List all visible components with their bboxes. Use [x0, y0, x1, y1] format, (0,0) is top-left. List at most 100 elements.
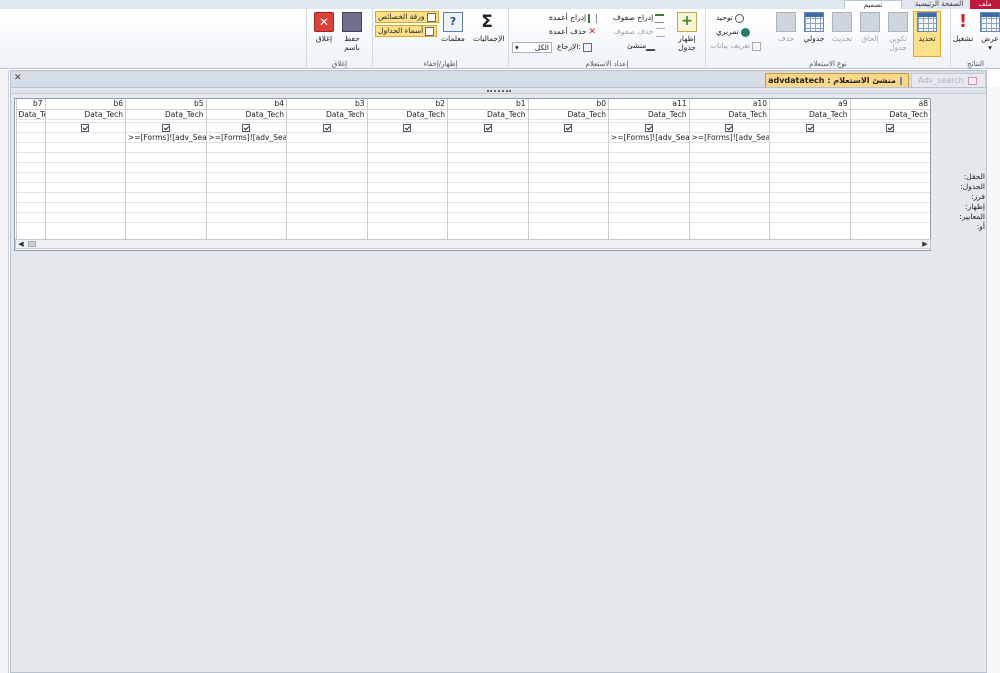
property-sheet-button[interactable]: ورقة الخصائص: [375, 11, 439, 23]
show-cell[interactable]: [126, 123, 206, 133]
table-cell[interactable]: Data_Tech: [287, 110, 367, 120]
or-cell[interactable]: [770, 203, 850, 213]
insert-columns-button[interactable]: إدراج أعمدة: [549, 12, 598, 24]
or-cell[interactable]: [287, 203, 367, 213]
or-cell[interactable]: [528, 183, 608, 193]
criteria-cell[interactable]: [16, 133, 45, 143]
field-cell[interactable]: b4: [206, 99, 286, 110]
or-cell[interactable]: [206, 213, 286, 223]
show-cell[interactable]: [206, 123, 286, 133]
data-definition-button[interactable]: تعريف بيانات: [710, 40, 762, 52]
or-cell[interactable]: [126, 153, 206, 163]
grid-column[interactable]: a10Data_Tech >=[Forms]![adv_Search: [688, 99, 769, 241]
or-cell[interactable]: [367, 153, 447, 163]
tab-query-design[interactable]: advdatatech : منشئ الاستعلام: [765, 73, 909, 87]
or-cell[interactable]: [850, 153, 930, 163]
criteria-cell[interactable]: >=[Forms]![adv_Search: [689, 133, 769, 143]
or-cell[interactable]: [448, 143, 528, 153]
or-cell[interactable]: [528, 153, 608, 163]
or-cell[interactable]: [528, 203, 608, 213]
criteria-cell[interactable]: [770, 133, 850, 143]
or-cell[interactable]: [206, 203, 286, 213]
show-cell[interactable]: [850, 123, 930, 133]
delete-query-button[interactable]: حذف: [772, 12, 800, 43]
or-cell[interactable]: [689, 163, 769, 173]
or-cell[interactable]: [689, 143, 769, 153]
or-cell[interactable]: [609, 213, 689, 223]
criteria-cell[interactable]: [448, 133, 528, 143]
insert-rows-button[interactable]: إدراج صفوف: [613, 12, 665, 24]
return-combo[interactable]: ▾ الكل: [512, 42, 552, 53]
show-cell[interactable]: [528, 123, 608, 133]
show-checkbox[interactable]: [242, 124, 251, 132]
or-cell[interactable]: [206, 143, 286, 153]
or-cell[interactable]: [16, 183, 45, 193]
or-cell[interactable]: [206, 173, 286, 183]
field-cell[interactable]: b6: [45, 99, 125, 110]
tab-home[interactable]: الصفحة الرئيسية: [908, 0, 970, 9]
or-cell[interactable]: [448, 203, 528, 213]
or-cell[interactable]: [287, 193, 367, 203]
or-cell[interactable]: [528, 173, 608, 183]
show-checkbox[interactable]: [725, 124, 734, 132]
or-cell[interactable]: [850, 143, 930, 153]
or-cell[interactable]: [770, 183, 850, 193]
or-cell[interactable]: [609, 203, 689, 213]
grid-column[interactable]: b5Data_Tech >=[Forms]![adv_Search: [125, 99, 206, 241]
table-cell[interactable]: Data_Tech: [850, 110, 930, 120]
show-cell[interactable]: [689, 123, 769, 133]
or-cell[interactable]: [367, 173, 447, 183]
show-checkbox[interactable]: [644, 124, 653, 132]
show-checkbox[interactable]: [322, 124, 331, 132]
close-button[interactable]: ✕ إغلاق: [310, 12, 338, 43]
or-cell[interactable]: [16, 203, 45, 213]
or-cell[interactable]: [126, 163, 206, 173]
field-cell[interactable]: b5: [126, 99, 206, 110]
or-cell[interactable]: [287, 183, 367, 193]
or-cell[interactable]: [367, 193, 447, 203]
or-cell[interactable]: [367, 203, 447, 213]
table-cell[interactable]: Data_Tech: [770, 110, 850, 120]
table-cell[interactable]: Data_Tech: [689, 110, 769, 120]
or-cell[interactable]: [609, 193, 689, 203]
or-cell[interactable]: [287, 173, 367, 183]
show-checkbox[interactable]: [483, 124, 492, 132]
or-cell[interactable]: [770, 173, 850, 183]
delete-rows-button[interactable]: حذف صفوف: [613, 26, 665, 38]
or-cell[interactable]: [850, 193, 930, 203]
or-cell[interactable]: [609, 143, 689, 153]
table-cell[interactable]: Data_Tech: [45, 110, 125, 120]
or-cell[interactable]: [126, 203, 206, 213]
or-cell[interactable]: [16, 153, 45, 163]
or-cell[interactable]: [206, 153, 286, 163]
scroll-thumb[interactable]: [28, 241, 36, 247]
or-cell[interactable]: [287, 213, 367, 223]
grid-column[interactable]: a8 Data_Tech: [849, 99, 930, 241]
or-cell[interactable]: [850, 213, 930, 223]
or-cell[interactable]: [448, 213, 528, 223]
show-checkbox[interactable]: [403, 124, 412, 132]
save-as-button[interactable]: حفظ باسم: [338, 12, 366, 52]
show-checkbox[interactable]: [161, 124, 170, 132]
or-cell[interactable]: [45, 163, 125, 173]
or-cell[interactable]: [850, 183, 930, 193]
or-cell[interactable]: [770, 213, 850, 223]
tab-adv-search[interactable]: Adv_search: [911, 73, 986, 87]
pass-through-button[interactable]: تمريري: [716, 26, 750, 38]
or-cell[interactable]: [16, 143, 45, 153]
or-cell[interactable]: [206, 183, 286, 193]
field-cell[interactable]: b0: [528, 99, 608, 110]
tab-file[interactable]: ملف: [970, 0, 1000, 9]
table-cell[interactable]: Data_Tech: [206, 110, 286, 120]
scroll-right-arrow-icon[interactable]: ▶: [920, 240, 930, 248]
or-cell[interactable]: [689, 173, 769, 183]
or-cell[interactable]: [287, 143, 367, 153]
or-cell[interactable]: [609, 173, 689, 183]
or-cell[interactable]: [367, 143, 447, 153]
show-cell[interactable]: [770, 123, 850, 133]
criteria-cell[interactable]: >=[Forms]![adv_Search: [206, 133, 286, 143]
or-cell[interactable]: [287, 163, 367, 173]
field-cell[interactable]: b3: [287, 99, 367, 110]
or-cell[interactable]: [45, 173, 125, 183]
view-button[interactable]: عرض ▾: [976, 12, 1000, 52]
